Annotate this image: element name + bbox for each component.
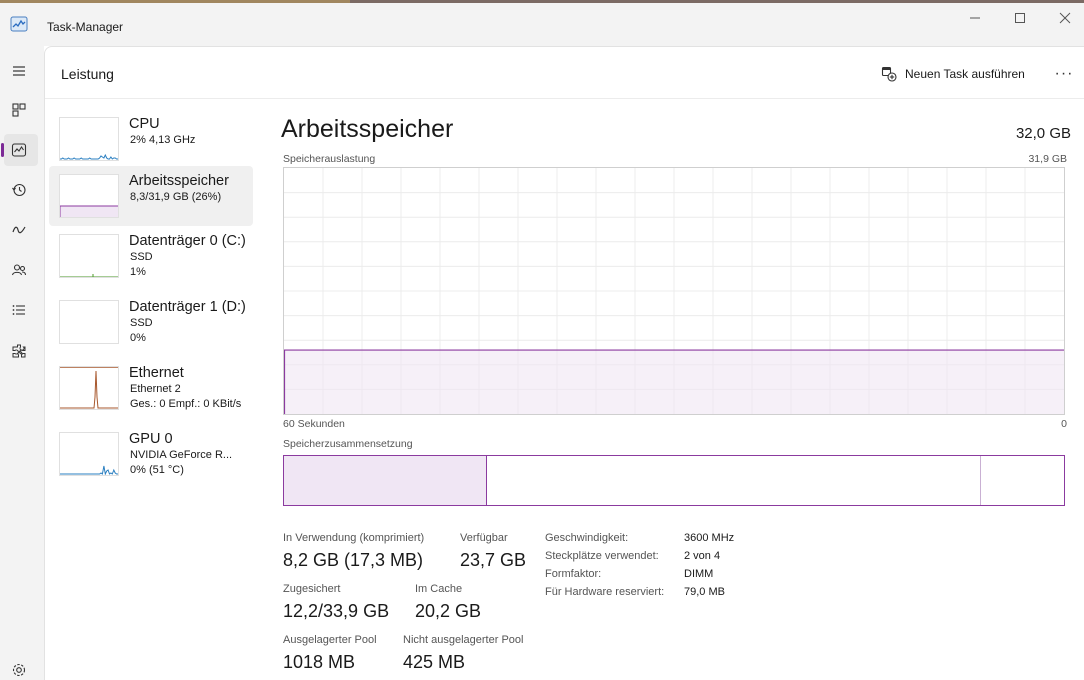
new-task-icon xyxy=(881,66,897,82)
spec-value: DIMM xyxy=(684,568,714,580)
usage-max: 31,9 GB xyxy=(1028,153,1067,165)
spec-value: 2 von 4 xyxy=(684,550,721,562)
task-manager-graph-icon xyxy=(10,16,28,32)
device-item-disk-0[interactable]: Datenträger 0 (C:) SSD 1% xyxy=(49,226,253,286)
minimize-button[interactable] xyxy=(964,8,986,28)
device-name: Datenträger 0 (C:) xyxy=(129,233,246,249)
device-name: Arbeitsspeicher xyxy=(129,173,229,189)
spec-key: Steckplätze verwendet: xyxy=(545,550,659,562)
device-item-gpu[interactable]: GPU 0 NVIDIA GeForce R... 0% (51 °C) xyxy=(49,424,253,484)
committed-value: 12,2/33,9 GB xyxy=(283,601,390,621)
cached-value: 20,2 GB xyxy=(415,601,482,621)
wallpaper-strip xyxy=(0,0,1084,3)
maximize-button[interactable] xyxy=(1009,8,1031,28)
performance-icon[interactable] xyxy=(8,139,30,161)
close-icon xyxy=(1059,12,1071,24)
users-icon[interactable] xyxy=(8,259,30,281)
spec-key: Formfaktor: xyxy=(545,568,602,580)
more-options-icon: ··· xyxy=(1054,65,1074,82)
gpu-thumbnail-graph xyxy=(59,432,119,476)
device-name: CPU xyxy=(129,116,160,132)
memory-thumbnail-graph xyxy=(59,174,119,218)
device-detail: 0% xyxy=(130,332,146,344)
device-detail: 8,3/31,9 GB (26%) xyxy=(130,191,222,203)
run-new-task-label: Neuen Task ausführen xyxy=(905,67,1025,81)
disk-1-thumbnail-graph xyxy=(59,300,119,344)
spec-key: Geschwindigkeit: xyxy=(545,532,629,544)
device-item-memory[interactable]: Arbeitsspeicher 8,3/31,9 GB (26%) xyxy=(49,166,253,226)
device-detail: Ethernet 2 xyxy=(130,383,181,395)
composition-label: Speicherzusammensetzung xyxy=(283,438,413,450)
more-options-button[interactable]: ··· xyxy=(1053,63,1075,85)
page-title: Leistung xyxy=(61,66,114,82)
paged-pool-label: Ausgelagerter Pool xyxy=(283,634,377,646)
usage-area xyxy=(284,350,1064,414)
memory-total: 32,0 GB xyxy=(1015,125,1071,142)
startup-apps-icon[interactable] xyxy=(8,219,30,241)
cached-label: Im Cache xyxy=(415,583,463,595)
paged-pool-value: 1018 MB xyxy=(283,652,356,672)
in-use-value: 8,2 GB (17,3 MB) xyxy=(283,550,424,570)
memory-composition-bar xyxy=(283,455,1065,506)
composition-standby xyxy=(487,456,981,505)
usage-label: Speicherauslastung xyxy=(283,153,376,165)
nonpaged-pool-label: Nicht ausgelagerter Pool xyxy=(403,634,524,646)
spec-key: Für Hardware reserviert: xyxy=(545,586,665,598)
window-title: Task-Manager xyxy=(47,20,124,34)
in-use-label: In Verwendung (komprimiert) xyxy=(283,532,425,544)
page-header: Leistung Neuen Task ausführen ··· xyxy=(45,47,1084,99)
device-detail: 2% 4,13 GHz xyxy=(130,134,196,146)
cpu-thumbnail-graph xyxy=(59,117,119,161)
services-icon[interactable] xyxy=(8,340,30,362)
memory-usage-graph xyxy=(283,167,1065,415)
spec-value: 79,0 MB xyxy=(684,586,725,598)
title-bar: Task-Manager xyxy=(0,0,1084,46)
hamburger-icon[interactable] xyxy=(8,60,30,82)
available-value: 23,7 GB xyxy=(460,550,527,570)
time-axis-left: 60 Sekunden xyxy=(283,418,345,430)
navigation-rail xyxy=(0,46,44,680)
nonpaged-pool-value: 425 MB xyxy=(403,652,466,672)
disk-0-thumbnail-graph xyxy=(59,234,119,278)
device-item-ethernet[interactable]: Ethernet Ethernet 2 Ges.: 0 Empf.: 0 KBi… xyxy=(49,358,253,418)
device-item-cpu[interactable]: CPU 2% 4,13 GHz xyxy=(49,109,253,169)
minimize-icon xyxy=(970,17,980,19)
device-name: Ethernet xyxy=(129,365,184,381)
device-name: GPU 0 xyxy=(129,431,173,447)
device-detail: SSD xyxy=(130,251,153,263)
device-detail: 0% (51 °C) xyxy=(130,464,184,476)
ethernet-thumbnail-graph xyxy=(59,366,119,410)
maximize-icon xyxy=(1015,13,1025,23)
committed-label: Zugesichert xyxy=(283,583,341,595)
memory-title: Arbeitsspeicher xyxy=(281,115,454,143)
available-label: Verfügbar xyxy=(460,532,508,544)
device-detail: 1% xyxy=(130,266,146,278)
device-detail: NVIDIA GeForce R... xyxy=(130,449,233,461)
spec-value: 3600 MHz xyxy=(684,532,735,544)
composition-in-use xyxy=(284,456,487,505)
settings-icon[interactable] xyxy=(8,659,30,680)
device-detail: SSD xyxy=(130,317,153,329)
device-item-disk-1[interactable]: Datenträger 1 (D:) SSD 0% xyxy=(49,292,253,352)
app-history-icon[interactable] xyxy=(8,179,30,201)
time-axis-right: 0 xyxy=(1061,418,1067,430)
close-button[interactable] xyxy=(1054,8,1076,28)
details-icon[interactable] xyxy=(8,299,30,321)
content-area: Leistung Neuen Task ausführen ··· CPU 2%… xyxy=(44,46,1084,680)
device-name: Datenträger 1 (D:) xyxy=(129,299,246,315)
device-detail: Ges.: 0 Empf.: 0 KBit/s xyxy=(130,398,242,410)
processes-icon[interactable] xyxy=(8,99,30,121)
run-new-task-button[interactable]: Neuen Task ausführen xyxy=(881,63,1025,85)
